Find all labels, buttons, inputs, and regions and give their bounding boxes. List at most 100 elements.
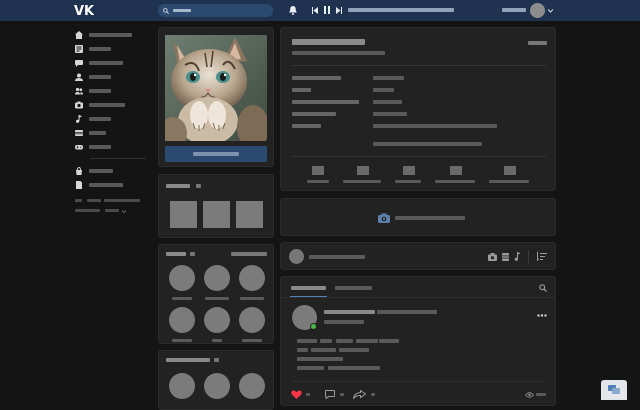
sidebar-item-music[interactable] [75, 114, 111, 124]
info-value[interactable] [373, 76, 404, 80]
chat-button[interactable] [601, 380, 627, 400]
profile-divider [292, 156, 546, 157]
track-title[interactable] [348, 8, 454, 12]
comment-button[interactable] [325, 390, 347, 400]
camera-icon[interactable] [488, 253, 497, 261]
sidebar-item-videos[interactable] [75, 128, 106, 138]
share-button[interactable] [352, 389, 379, 401]
sidebar-item-games[interactable] [75, 142, 111, 152]
sidebar-item-communities[interactable] [75, 86, 111, 96]
share-icon [352, 389, 367, 401]
profile-status[interactable] [292, 51, 385, 55]
like-button[interactable] [291, 390, 313, 399]
post-more-icon[interactable] [537, 312, 547, 317]
online-indicator [310, 323, 317, 330]
sidebar-item-messages[interactable] [75, 58, 123, 68]
friends-title[interactable] [166, 252, 186, 256]
new-post-input[interactable] [309, 255, 365, 259]
chevron-down-icon[interactable] [121, 208, 127, 214]
music-icon[interactable] [514, 252, 521, 261]
next-icon[interactable] [336, 7, 342, 14]
friends-card [158, 244, 274, 344]
edit-profile-button[interactable] [165, 146, 267, 162]
documents-icon [75, 181, 83, 189]
svg-text:VK: VK [74, 4, 94, 17]
counter-item[interactable] [435, 166, 477, 186]
bell-icon[interactable] [289, 6, 297, 15]
upload-photos-link[interactable] [395, 216, 465, 220]
user-name[interactable] [502, 8, 526, 12]
sidebar-item-home[interactable] [75, 30, 132, 40]
sort-icon[interactable] [535, 252, 547, 261]
info-value[interactable] [373, 88, 394, 92]
friend-avatar[interactable] [169, 265, 195, 291]
user-avatar[interactable] [530, 3, 545, 18]
sidebar-footer-links[interactable] [75, 199, 145, 217]
gifts-title[interactable] [166, 184, 190, 188]
post-text-line [320, 339, 332, 343]
sidebar-item-documents[interactable] [75, 180, 123, 190]
post-date[interactable] [324, 320, 364, 324]
post-author-name[interactable] [324, 310, 375, 314]
profile-info-card [280, 27, 556, 191]
messages-icon [75, 59, 83, 67]
info-label [292, 76, 341, 80]
pause-icon[interactable] [324, 6, 330, 14]
counter-item[interactable] [307, 166, 331, 186]
user-avatar[interactable] [289, 249, 304, 264]
friends-count [190, 252, 195, 256]
info-value[interactable] [373, 100, 402, 104]
counter-item[interactable] [343, 166, 383, 186]
photos-card [280, 198, 556, 236]
friend-avatar[interactable] [169, 307, 195, 333]
gift-item[interactable] [170, 201, 197, 228]
like-icon [291, 390, 302, 399]
gift-item[interactable] [236, 201, 263, 228]
music-icon [75, 115, 83, 123]
info-value[interactable] [373, 124, 497, 128]
friend-avatar[interactable] [204, 307, 230, 333]
sidebar-item-friends[interactable] [75, 72, 111, 82]
views-icon [524, 392, 535, 398]
prev-icon[interactable] [312, 7, 318, 14]
video-icon[interactable] [502, 253, 509, 261]
camera-icon[interactable] [378, 213, 390, 223]
sidebar-item-market[interactable] [75, 166, 113, 176]
tab-all-posts[interactable] [291, 286, 326, 290]
search-input[interactable] [158, 4, 273, 17]
profile-divider [292, 65, 546, 66]
vk-logo-icon[interactable]: VK [74, 3, 95, 19]
photos-icon [75, 101, 83, 109]
friend-avatar[interactable] [204, 265, 230, 291]
counter-item[interactable] [395, 166, 423, 186]
gifts-card [158, 174, 274, 238]
info-label [292, 112, 336, 116]
toolbar-divider [528, 250, 529, 264]
chevron-down-icon[interactable] [547, 8, 554, 13]
friend-avatar[interactable] [239, 307, 265, 333]
sidebar-item-news[interactable] [75, 44, 111, 54]
tab-own-posts[interactable] [335, 286, 372, 290]
show-full-info-link[interactable] [373, 142, 482, 146]
counter-item[interactable] [489, 166, 531, 186]
search-icon[interactable] [539, 284, 548, 293]
post-text-line [328, 366, 380, 370]
profile-photo-card [158, 27, 274, 167]
news-icon [75, 45, 83, 53]
new-post-card [280, 242, 556, 270]
profile-photo[interactable] [165, 35, 267, 141]
friend-avatar[interactable] [204, 373, 230, 399]
friend-avatar[interactable] [169, 373, 195, 399]
views-counter [524, 391, 547, 399]
friends-updates-link[interactable] [231, 252, 267, 256]
sidebar-item-photos[interactable] [75, 100, 125, 110]
friend-avatar[interactable] [239, 265, 265, 291]
post-text-line [297, 339, 317, 343]
info-value[interactable] [373, 112, 407, 116]
gift-item[interactable] [203, 201, 230, 228]
friends-icon [75, 73, 83, 81]
friend-avatar[interactable] [239, 373, 265, 399]
friends-online-title[interactable] [166, 358, 210, 362]
friends-online-card [158, 350, 274, 410]
videos-icon [75, 129, 83, 137]
